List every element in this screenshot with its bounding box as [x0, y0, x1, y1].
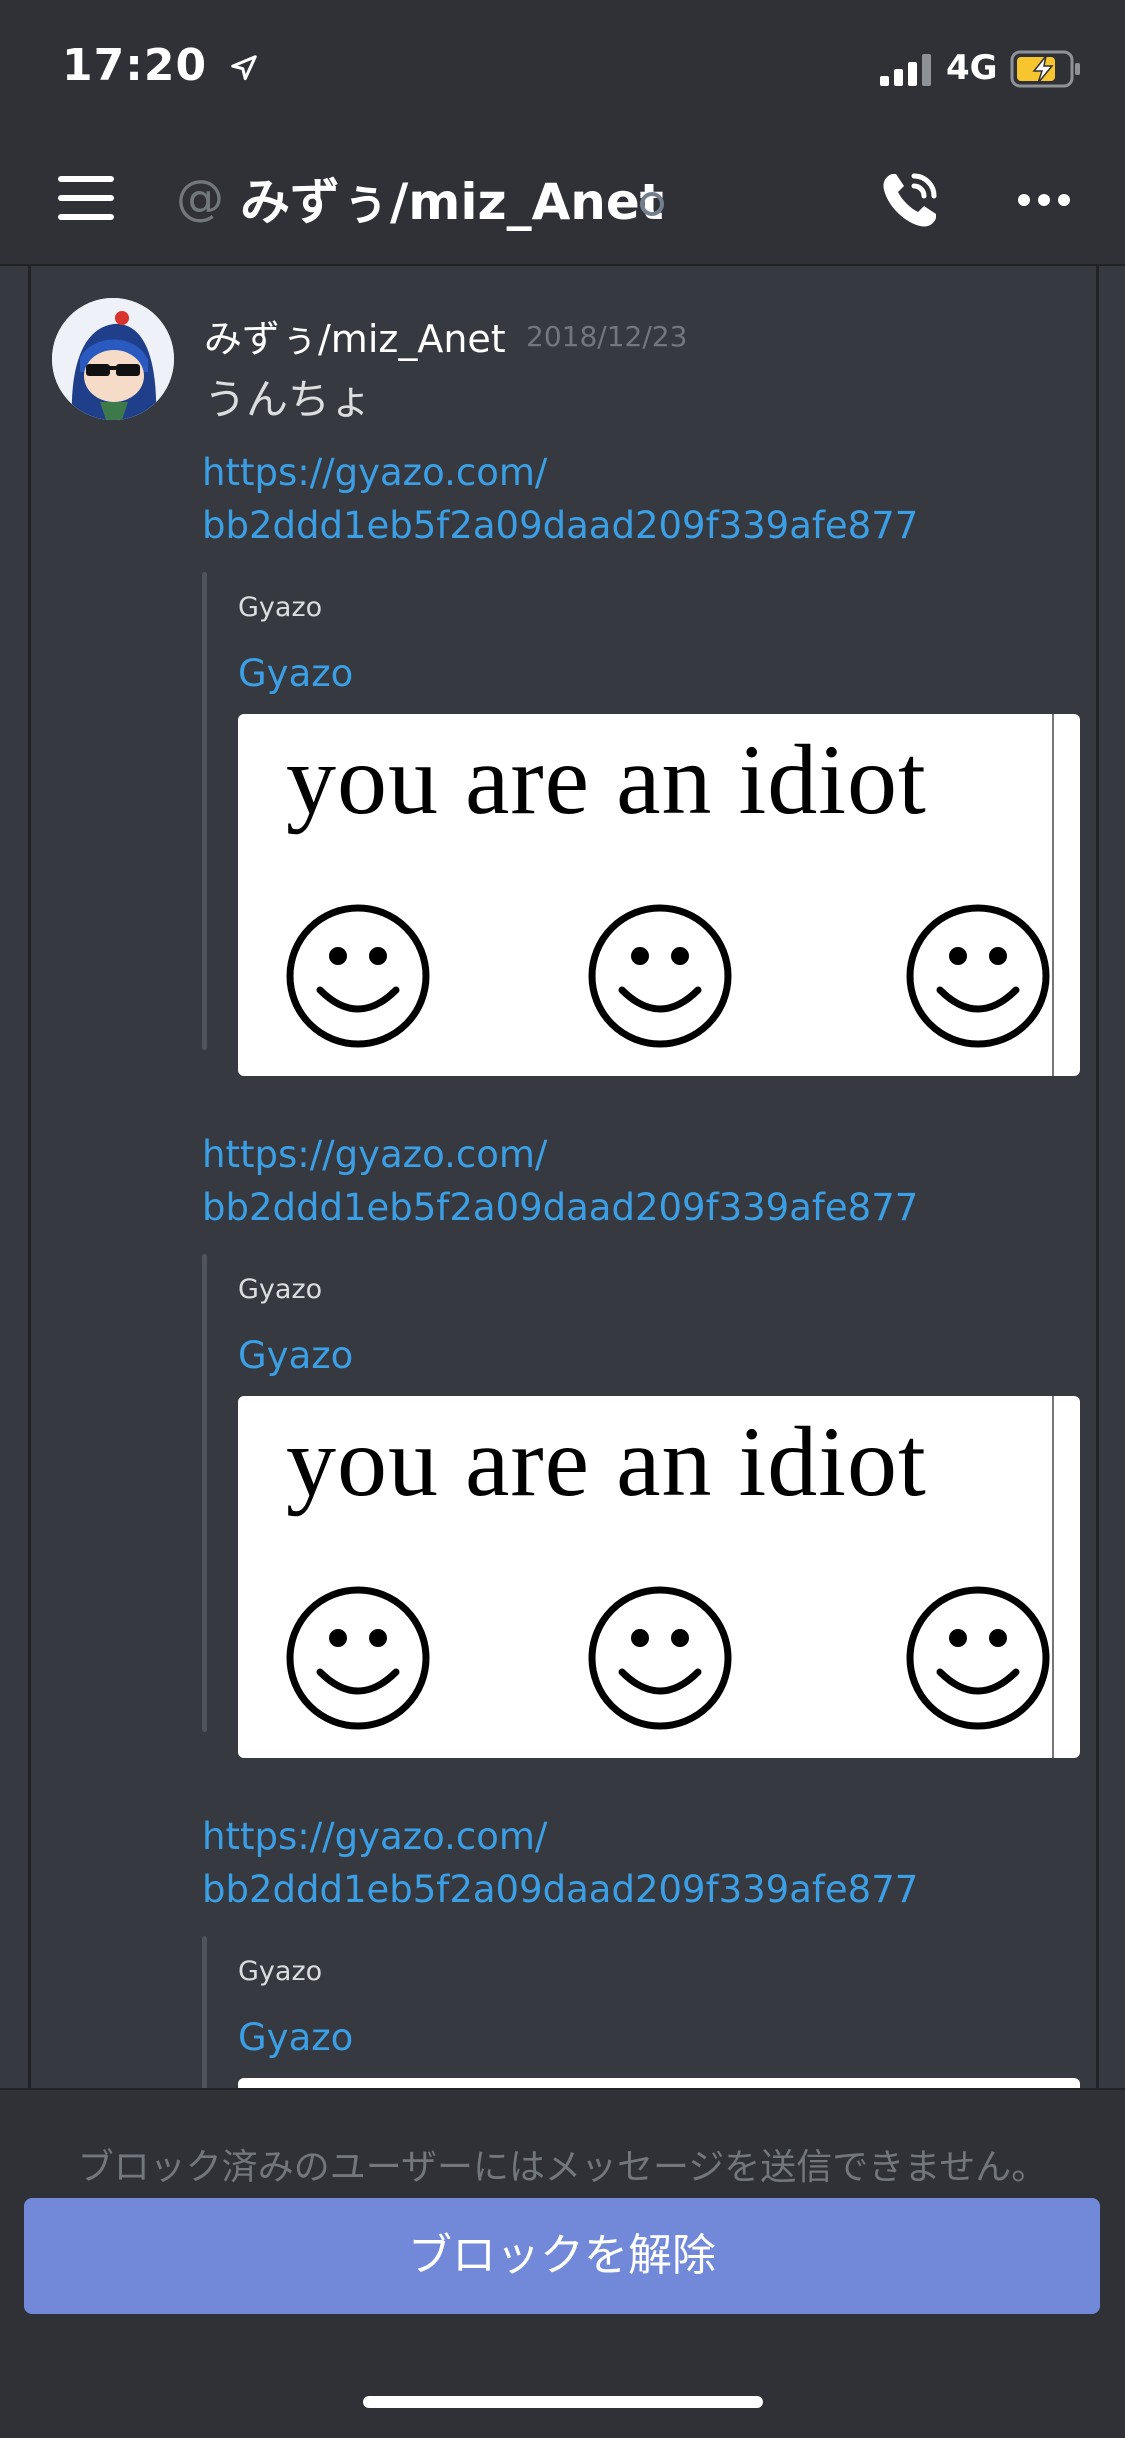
embed-title[interactable]: Gyazo	[238, 1334, 353, 1377]
embed-accent-bar	[202, 1936, 207, 2088]
embed-image-edge	[1052, 1396, 1054, 1758]
status-time: 17:20	[62, 40, 259, 91]
embed-image-text: you are an idiot	[286, 1406, 927, 1517]
avatar[interactable]	[52, 298, 174, 420]
message-timestamp: 2018/12/23	[526, 320, 688, 353]
channel-header: @ みずぅ/miz_Anet	[0, 132, 1125, 266]
embed-image[interactable]: you are an idiot	[238, 714, 1080, 1076]
embed-image-edge	[1052, 714, 1054, 1076]
link-line-1: https://gyazo.com/	[202, 1133, 548, 1176]
phone-call-icon[interactable]	[878, 168, 942, 232]
network-type: 4G	[946, 48, 998, 88]
channel-title[interactable]: みずぅ/miz_Anet	[240, 162, 664, 234]
link-embed: Gyazo Gyazo you are an idiot	[202, 572, 1082, 1132]
battery-charging-icon	[1010, 50, 1080, 88]
chat-divider-right	[1096, 266, 1099, 2088]
message-link[interactable]: https://gyazo.com/ bb2ddd1eb5f2a09daad20…	[202, 446, 1062, 552]
message-link[interactable]: https://gyazo.com/ bb2ddd1eb5f2a09daad20…	[202, 1128, 1062, 1234]
smiley-icon	[588, 904, 732, 1048]
link-embed: Gyazo Gyazo you are an idiot	[202, 1254, 1082, 1814]
smiley-icon	[286, 1586, 430, 1730]
embed-image[interactable]	[238, 2078, 1080, 2088]
embed-title[interactable]: Gyazo	[238, 2016, 353, 2059]
link-line-2: bb2ddd1eb5f2a09daad209f339afe877	[202, 504, 919, 547]
smiley-icon	[286, 904, 430, 1048]
embed-accent-bar	[202, 572, 207, 1050]
smiley-icon	[906, 904, 1050, 1048]
home-indicator[interactable]	[363, 2396, 763, 2408]
link-line-1: https://gyazo.com/	[202, 451, 548, 494]
smiley-icon	[906, 1586, 1050, 1730]
link-line-1: https://gyazo.com/	[202, 1815, 548, 1858]
dm-at-icon: @	[176, 170, 224, 226]
link-embed: Gyazo Gyazo	[202, 1936, 1082, 2088]
message-list[interactable]: みずぅ/miz_Anet 2018/12/23 うんちょ https://gya…	[0, 266, 1125, 2088]
cellular-signal-icon	[880, 54, 931, 86]
location-arrow-icon	[231, 55, 258, 81]
more-dots-icon[interactable]	[1018, 194, 1070, 206]
hamburger-menu-icon[interactable]	[58, 176, 114, 220]
blocked-notice: ブロック済みのユーザーにはメッセージを送信できません。	[77, 2147, 1048, 2188]
message-text: うんちょ	[204, 375, 373, 424]
link-line-2: bb2ddd1eb5f2a09daad209f339afe877	[202, 1868, 919, 1911]
embed-image[interactable]: you are an idiot	[238, 1396, 1080, 1758]
status-bar: 17:20 4G	[0, 0, 1125, 132]
status-time-text: 17:20	[62, 40, 208, 91]
embed-provider[interactable]: Gyazo	[238, 1274, 322, 1305]
message-link[interactable]: https://gyazo.com/ bb2ddd1eb5f2a09daad20…	[202, 1810, 1062, 1916]
message-author[interactable]: みずぅ/miz_Anet	[204, 308, 506, 363]
embed-image-text: you are an idiot	[286, 724, 927, 835]
embed-provider[interactable]: Gyazo	[238, 1956, 322, 1987]
blocked-footer: ブロック済みのユーザーにはメッセージを送信できません。 ブロックを解除	[0, 2088, 1125, 2438]
embed-provider[interactable]: Gyazo	[238, 592, 322, 623]
link-line-2: bb2ddd1eb5f2a09daad209f339afe877	[202, 1186, 919, 1229]
offline-status-icon	[640, 192, 664, 216]
embed-accent-bar	[202, 1254, 207, 1732]
embed-title[interactable]: Gyazo	[238, 652, 353, 695]
smiley-icon	[588, 1586, 732, 1730]
unblock-button[interactable]: ブロックを解除	[24, 2198, 1100, 2314]
chat-divider-left	[28, 266, 31, 2088]
